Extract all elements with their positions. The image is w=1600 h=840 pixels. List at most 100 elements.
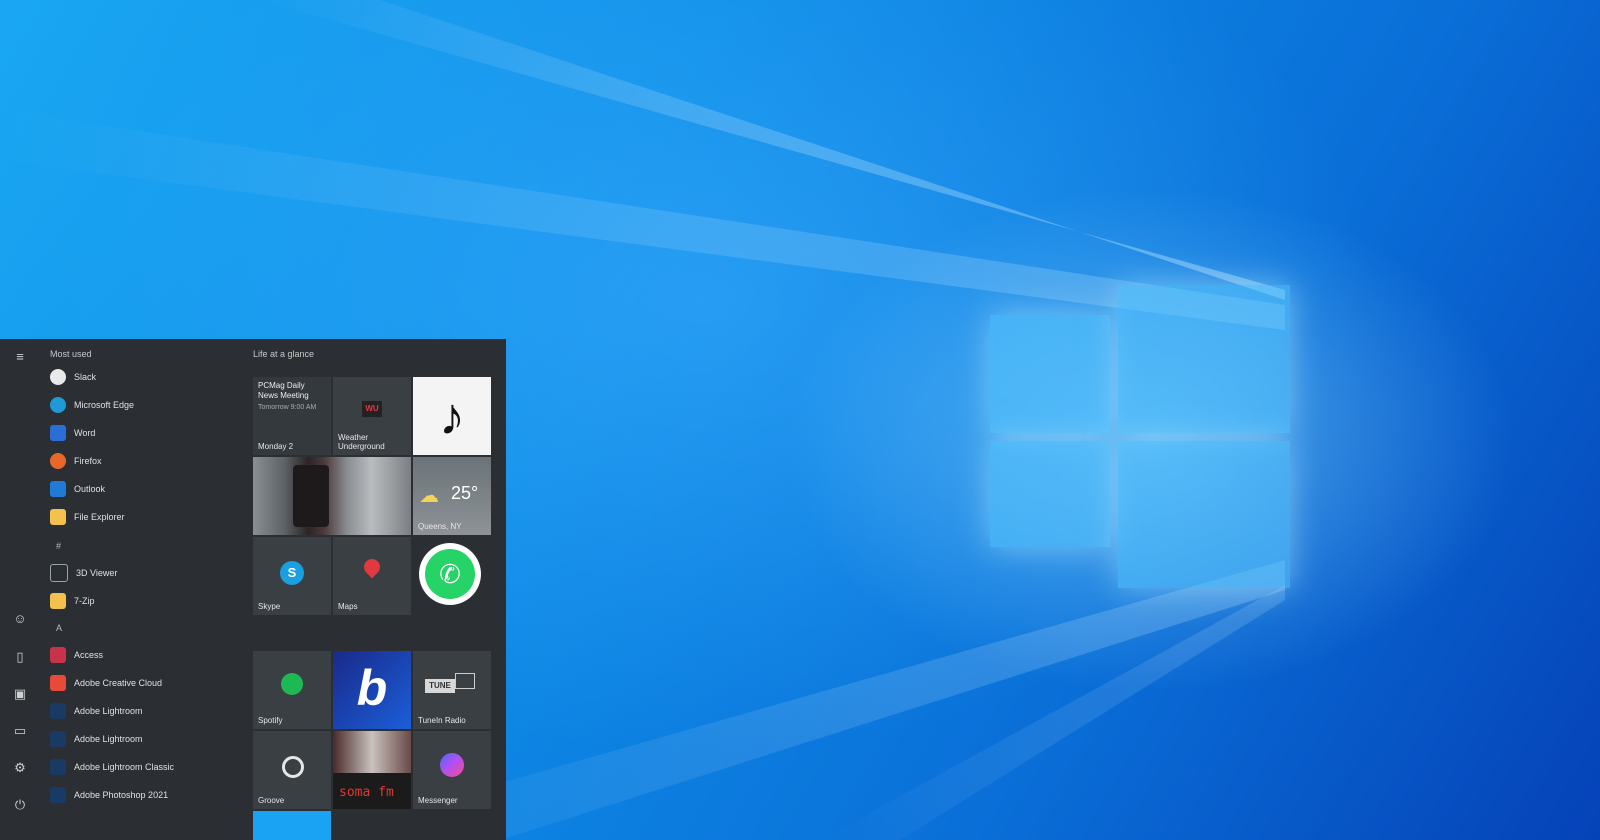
app-label: File Explorer: [74, 512, 125, 522]
spotify-icon: [281, 673, 303, 695]
windows-logo-pane-top-right: [1118, 285, 1290, 433]
maps-tile[interactable]: Maps: [333, 537, 411, 615]
lightroom-icon: [50, 731, 66, 747]
app-item-edge[interactable]: Microsoft Edge: [50, 394, 240, 416]
messenger-icon: [440, 753, 464, 777]
app-item-slack[interactable]: Slack: [50, 366, 240, 388]
photos-tile[interactable]: [253, 457, 411, 535]
app-label: Adobe Creative Cloud: [74, 678, 163, 688]
app-label: Microsoft Edge: [74, 400, 135, 410]
app-item-7zip[interactable]: 7-Zip: [50, 590, 240, 612]
app-label: Adobe Lightroom Classic: [74, 762, 175, 772]
windows-logo-pane-bottom-left: [990, 441, 1110, 547]
slack-icon: [50, 369, 66, 385]
skype-tile[interactable]: S Skype: [253, 537, 331, 615]
settings-gear-icon[interactable]: ⚙: [12, 760, 28, 776]
music-tile[interactable]: ♪: [413, 377, 491, 455]
app-item-creative-cloud[interactable]: Adobe Creative Cloud: [50, 672, 240, 694]
lightroom-icon: [50, 703, 66, 719]
bing-tile[interactable]: b: [333, 651, 411, 729]
spotify-tile[interactable]: Spotify: [253, 651, 331, 729]
firefox-icon: [50, 453, 66, 469]
app-item-firefox[interactable]: Firefox: [50, 450, 240, 472]
tunein-tile[interactable]: TUNE TuneIn Radio: [413, 651, 491, 729]
map-pin-icon: [360, 555, 384, 579]
app-item-lightroom-2[interactable]: Adobe Lightroom: [50, 728, 240, 750]
app-item-photoshop[interactable]: Adobe Photoshop 2021: [50, 784, 240, 806]
start-left-rail: ≡ ☺ ▯ ▣ ▭ ⚙ ⏻: [0, 339, 40, 840]
pictures-icon[interactable]: ▣: [12, 686, 28, 702]
cloud-sun-icon: ☁: [419, 485, 439, 507]
windows-logo-pane-bottom-right: [1118, 441, 1290, 588]
maps-label: Maps: [338, 602, 358, 611]
soma-fm-image: [333, 731, 411, 773]
groove-icon: [282, 756, 304, 778]
weather-location: Queens, NY: [418, 522, 462, 531]
tunein-logo-box-icon: [455, 673, 475, 689]
app-label: Outlook: [74, 484, 106, 494]
cube-icon: [50, 564, 68, 582]
power-icon[interactable]: ⏻: [12, 797, 28, 813]
skype-label: Skype: [258, 602, 281, 611]
groove-tile[interactable]: Groove: [253, 731, 331, 809]
soma-fm-tile[interactable]: soma fm: [333, 731, 411, 809]
access-icon: [50, 647, 66, 663]
app-label: Word: [74, 428, 96, 438]
weather-underground-logo-icon: WU: [362, 401, 382, 417]
most-used-title: Most used: [50, 349, 92, 359]
app-label: Adobe Photoshop 2021: [74, 790, 169, 800]
app-list: Most used Slack Microsoft Edge Word Fire…: [40, 339, 245, 840]
app-label: 3D Viewer: [76, 568, 118, 578]
start-menu: ≡ ☺ ▯ ▣ ▭ ⚙ ⏻ Most used Slack Microsoft …: [0, 339, 506, 840]
app-item-outlook[interactable]: Outlook: [50, 478, 240, 500]
edge-icon: [50, 397, 66, 413]
hamburger-menu-icon[interactable]: ≡: [12, 349, 28, 365]
app-item-file-explorer[interactable]: File Explorer: [50, 506, 240, 528]
app-item-lightroom-classic[interactable]: Adobe Lightroom Classic: [50, 756, 240, 778]
creative-cloud-icon: [50, 675, 66, 691]
weather-temp: 25°: [451, 483, 479, 503]
spotify-label: Spotify: [258, 716, 283, 725]
app-label: Slack: [74, 372, 97, 382]
calendar-day: Monday 2: [258, 442, 294, 451]
whatsapp-tile[interactable]: ✆: [413, 537, 491, 615]
windows-logo: [990, 285, 1290, 590]
photos-image: [293, 465, 329, 527]
folder-icon: [50, 509, 66, 525]
calendar-event: PCMag Daily News Meeting: [258, 381, 309, 400]
groove-label: Groove: [258, 796, 285, 805]
messenger-label: Messenger: [418, 796, 458, 805]
word-icon: [50, 425, 66, 441]
app-label: 7-Zip: [74, 596, 95, 606]
weather-tile[interactable]: ☁ 25° Queens, NY: [413, 457, 491, 535]
letter-header-a[interactable]: A: [56, 623, 62, 633]
weather-underground-tile[interactable]: WU Weather Underground: [333, 377, 411, 455]
user-avatar-icon[interactable]: ☺: [12, 611, 28, 627]
weather-underground-label: Weather Underground: [338, 433, 385, 451]
partial-blue-tile[interactable]: [253, 811, 331, 840]
messenger-tile[interactable]: Messenger: [413, 731, 491, 809]
app-item-access[interactable]: Access: [50, 644, 240, 666]
calendar-tile[interactable]: PCMag Daily News Meeting Tomorrow 9:00 A…: [253, 377, 331, 455]
lightroom-icon: [50, 759, 66, 775]
app-item-3d-viewer[interactable]: 3D Viewer: [50, 562, 240, 584]
app-item-word[interactable]: Word: [50, 422, 240, 444]
app-label: Adobe Lightroom: [74, 734, 143, 744]
tunein-logo-icon: TUNE: [425, 679, 455, 693]
app-label: Firefox: [74, 456, 102, 466]
outlook-icon: [50, 481, 66, 497]
tiles-group-title: Life at a glance: [253, 349, 315, 359]
whatsapp-icon: ✆: [419, 543, 481, 605]
whatsapp-icon-inner: ✆: [425, 549, 475, 599]
letter-header-hash[interactable]: #: [56, 541, 61, 551]
calendar-time: Tomorrow 9:00 AM: [258, 404, 317, 411]
folder-icon: [50, 593, 66, 609]
soma-fm-logo: soma fm: [339, 785, 394, 800]
video-icon[interactable]: ▭: [12, 723, 28, 739]
app-label: Access: [74, 650, 104, 660]
app-item-lightroom[interactable]: Adobe Lightroom: [50, 700, 240, 722]
app-label: Adobe Lightroom: [74, 706, 143, 716]
documents-icon[interactable]: ▯: [12, 649, 28, 665]
tiles-area: Life at a glance PCMag Daily News Meetin…: [245, 339, 506, 840]
photoshop-icon: [50, 787, 66, 803]
